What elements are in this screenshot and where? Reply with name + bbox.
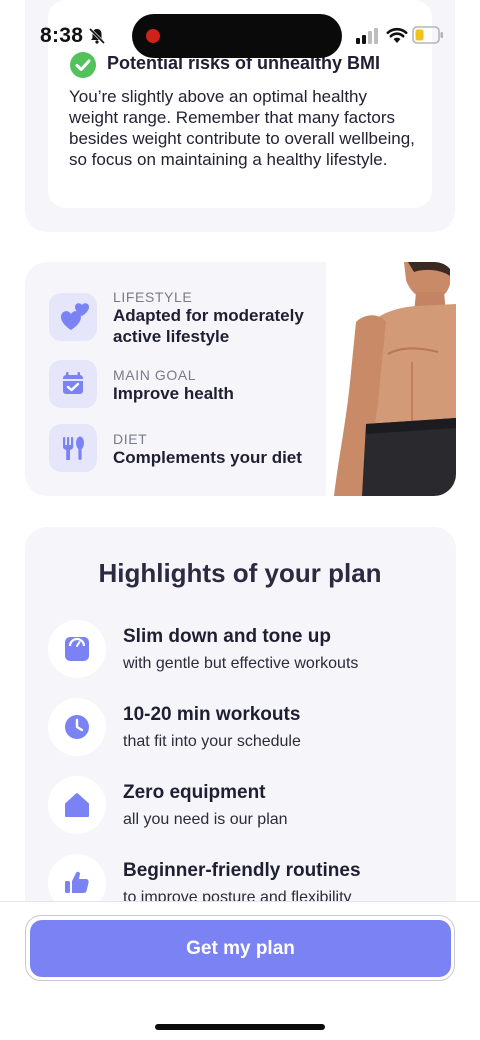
highlight-title: Zero equipment bbox=[123, 782, 266, 803]
diet-label: DIET bbox=[113, 431, 148, 447]
wifi-icon bbox=[386, 26, 408, 49]
cellular-signal-icon bbox=[356, 28, 378, 49]
utensils-icon bbox=[49, 424, 97, 472]
home-icon bbox=[48, 776, 106, 834]
clock-icon bbox=[48, 698, 106, 756]
calendar-check-icon bbox=[49, 360, 97, 408]
hearts-icon bbox=[49, 293, 97, 341]
get-my-plan-button[interactable]: Get my plan bbox=[30, 920, 451, 977]
home-indicator[interactable] bbox=[155, 1024, 325, 1030]
highlights-title: Highlights of your plan bbox=[98, 558, 382, 588]
scale-icon bbox=[48, 620, 106, 678]
battery-icon bbox=[412, 26, 444, 49]
body-figure-image bbox=[326, 262, 456, 496]
highlight-title: Beginner-friendly routines bbox=[123, 860, 361, 881]
status-time: 8:38 bbox=[40, 24, 84, 47]
main-goal-label: MAIN GOAL bbox=[113, 367, 197, 383]
highlight-subtitle: that fit into your schedule bbox=[123, 733, 301, 750]
highlight-subtitle: all you need is our plan bbox=[123, 811, 288, 828]
bmi-description: You’re slightly above an optimal healthy… bbox=[69, 87, 415, 169]
recording-indicator-icon bbox=[146, 29, 160, 43]
highlight-title: 10-20 min workouts bbox=[123, 704, 301, 725]
lifestyle-label: LIFESTYLE bbox=[113, 289, 193, 305]
main-goal-value: Improve health bbox=[113, 384, 234, 403]
diet-value: Complements your diet bbox=[113, 448, 302, 467]
highlight-subtitle: with gentle but effective workouts bbox=[123, 655, 359, 672]
status-bar: 8:38 bbox=[0, 0, 480, 60]
dynamic-island bbox=[132, 14, 342, 58]
highlight-title: Slim down and tone up bbox=[123, 626, 331, 647]
lifestyle-value: Adapted for moderately active lifestyle bbox=[113, 306, 304, 346]
bell-off-icon bbox=[88, 27, 106, 50]
